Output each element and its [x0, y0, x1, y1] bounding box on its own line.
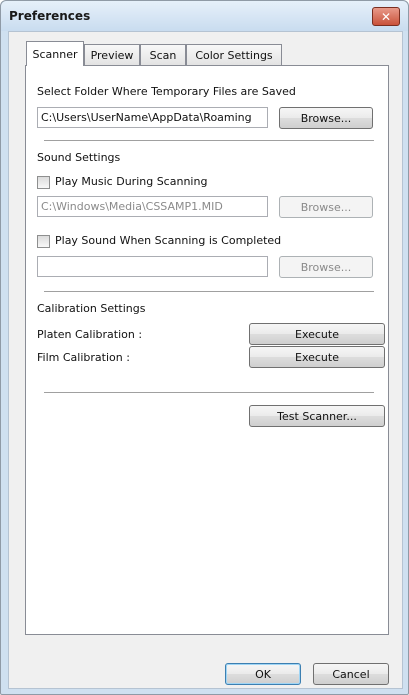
- complete-sound-path-field[interactable]: [37, 256, 268, 277]
- separator: [44, 140, 374, 142]
- music-file-path-field[interactable]: C:\Windows\Media\CSSAMP1.MID: [37, 196, 268, 217]
- separator: [44, 392, 374, 394]
- tab-color-settings[interactable]: Color Settings: [186, 44, 282, 65]
- ok-button[interactable]: OK: [225, 663, 301, 685]
- tab-scanner[interactable]: Scanner: [26, 41, 84, 66]
- play-music-checkbox[interactable]: [37, 176, 50, 189]
- play-sound-complete-checkbox[interactable]: [37, 235, 50, 248]
- cancel-button[interactable]: Cancel: [313, 663, 389, 685]
- close-icon: ✕: [380, 9, 392, 24]
- dialog-body: Scanner Preview Scan Color Settings Sele…: [8, 31, 403, 689]
- play-music-label: Play Music During Scanning: [55, 175, 208, 188]
- temp-folder-label: Select Folder Where Temporary Files are …: [37, 85, 296, 98]
- complete-sound-browse-button[interactable]: Browse...: [279, 256, 373, 278]
- play-sound-complete-label: Play Sound When Scanning is Completed: [55, 234, 282, 247]
- separator: [44, 291, 374, 293]
- sound-settings-heading: Sound Settings: [37, 151, 121, 164]
- temp-folder-path-field[interactable]: C:\Users\UserName\AppData\Roaming: [37, 107, 268, 128]
- film-calibration-label: Film Calibration :: [37, 351, 130, 364]
- dialog-title: Preferences: [9, 9, 91, 23]
- scanner-tab-panel: Select Folder Where Temporary Files are …: [25, 65, 389, 635]
- temp-folder-browse-button[interactable]: Browse...: [279, 107, 373, 129]
- platen-calibration-label: Platen Calibration :: [37, 328, 143, 341]
- title-bar[interactable]: Preferences ✕: [1, 1, 408, 31]
- music-browse-button[interactable]: Browse...: [279, 196, 373, 218]
- platen-calibration-execute-button[interactable]: Execute: [249, 323, 385, 345]
- tab-scan[interactable]: Scan: [140, 44, 186, 65]
- close-button[interactable]: ✕: [372, 7, 400, 26]
- calibration-settings-heading: Calibration Settings: [37, 302, 146, 315]
- test-scanner-button[interactable]: Test Scanner...: [249, 405, 385, 427]
- film-calibration-execute-button[interactable]: Execute: [249, 346, 385, 368]
- tab-preview[interactable]: Preview: [84, 44, 140, 65]
- preferences-dialog: Preferences ✕ Scanner Preview Scan Color…: [0, 0, 409, 695]
